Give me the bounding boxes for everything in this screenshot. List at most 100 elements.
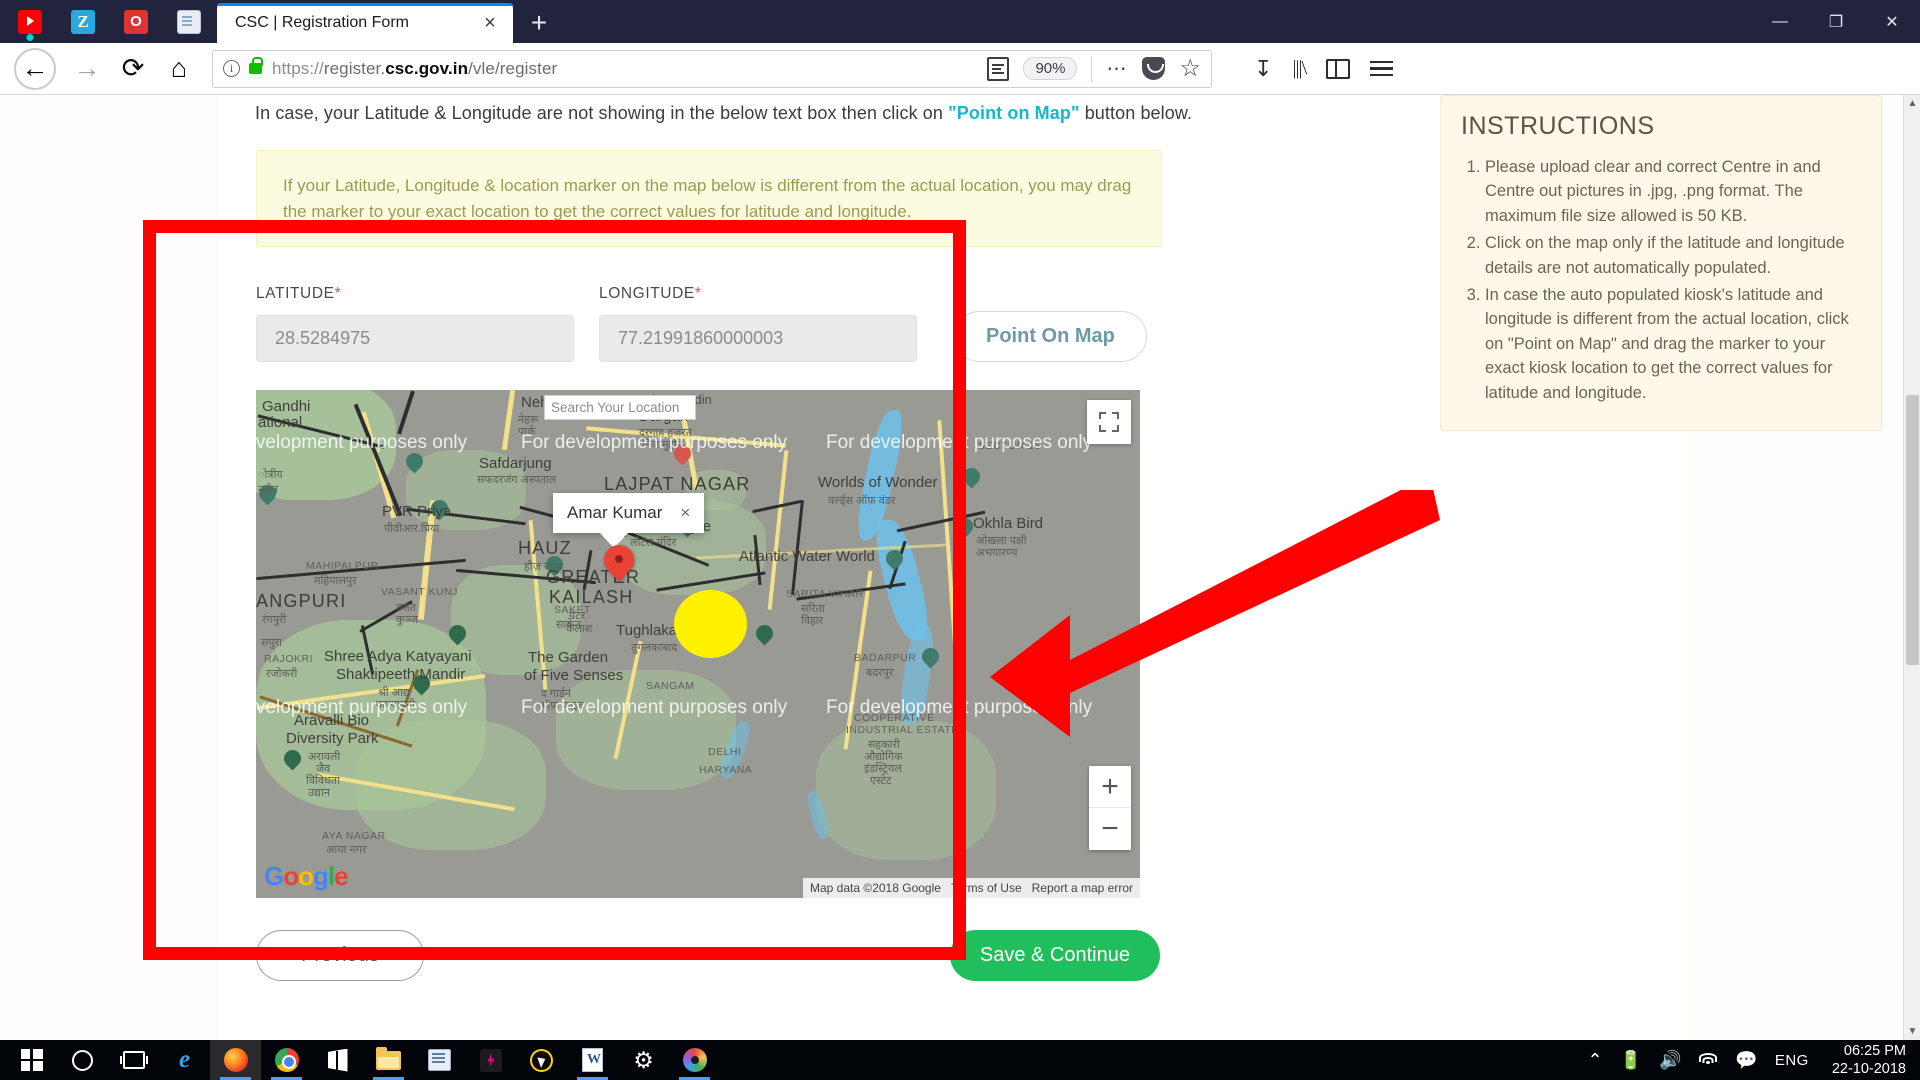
map-poi-marker[interactable] (445, 621, 470, 647)
reader-view-icon[interactable] (987, 56, 1010, 81)
info-window-title: Amar Kumar (567, 503, 663, 522)
map-label: SAKET (554, 604, 591, 616)
map-poi-marker[interactable] (280, 746, 305, 772)
latitude-input[interactable] (256, 315, 574, 362)
back-button[interactable]: ← (14, 47, 56, 90)
gear-icon: ⚙ (633, 1046, 654, 1073)
page-scrollbar[interactable]: ▲ ▼ (1903, 95, 1920, 1040)
active-tab[interactable]: CSC | Registration Form × (217, 3, 513, 43)
url-scheme: https:// (272, 58, 324, 78)
map-location-marker[interactable] (597, 538, 641, 587)
store-taskbar-item[interactable] (312, 1040, 363, 1080)
opera-icon: O (124, 9, 148, 34)
close-tab-button[interactable]: × (477, 10, 503, 36)
cortana-circle-icon (72, 1049, 93, 1071)
tab-accent-bar (217, 3, 513, 6)
magenta-app-taskbar-item[interactable] (465, 1040, 516, 1080)
instructions-list: Please upload clear and correct Centre i… (1485, 155, 1861, 405)
document-pinned-tab[interactable] (167, 0, 211, 43)
close-window-button[interactable]: ✕ (1864, 0, 1920, 43)
map-label: Shree Adya Katyayani (324, 648, 472, 665)
map-zoom-in-button[interactable]: + (1089, 766, 1131, 808)
library-icon[interactable]: |||\ (1292, 57, 1307, 80)
maximize-button[interactable]: ❐ (1808, 0, 1864, 43)
youtube-icon (18, 9, 42, 34)
map-watermark: For development purposes only (826, 432, 1093, 453)
youtube-pinned-tab[interactable] (8, 0, 52, 43)
firefox-taskbar-item[interactable] (210, 1040, 261, 1080)
instructions-title: INSTRUCTIONS (1461, 112, 1655, 140)
scroll-down-arrow[interactable]: ▼ (1904, 1023, 1920, 1040)
map-info-window[interactable]: Amar Kumar × (553, 493, 705, 548)
tab-title: CSC | Registration Form (235, 14, 409, 31)
map-search-input[interactable]: Search Your Location (544, 395, 696, 420)
reload-button[interactable]: ⟳ (110, 46, 156, 92)
opera-pinned-tab[interactable]: O (114, 0, 158, 43)
new-tab-button[interactable]: + (519, 3, 559, 43)
paint-taskbar-item[interactable] (669, 1040, 720, 1080)
show-hidden-icons-chevron[interactable]: ⌃ (1587, 1050, 1602, 1071)
url-path: /vle/register (468, 58, 558, 78)
clock[interactable]: 06:25 PM 22-10-2018 (1832, 1042, 1906, 1078)
map-poi-marker[interactable] (882, 546, 907, 572)
lightning-app-icon (479, 1048, 502, 1072)
map-poi-marker[interactable] (752, 621, 777, 647)
edge-taskbar-item[interactable]: e (159, 1040, 210, 1080)
forward-button[interactable]: → (64, 46, 110, 92)
zoom-level-indicator[interactable]: 90% (1023, 57, 1078, 80)
hamburger-menu-icon[interactable] (1370, 60, 1394, 77)
task-view-button[interactable] (108, 1040, 159, 1080)
marker-center-dot (615, 555, 623, 563)
bookmark-star-icon[interactable]: ☆ (1179, 56, 1201, 81)
map-poi-marker[interactable] (959, 464, 984, 490)
home-button[interactable]: ⌂ (156, 46, 202, 92)
volume-icon[interactable]: 🔊 (1659, 1050, 1681, 1071)
overflow-menu-icon[interactable]: ⋯ (1106, 59, 1128, 79)
page-viewport: In case, your Latitude & Longitude are n… (0, 95, 1920, 1040)
map-zoom-out-button[interactable]: − (1089, 808, 1131, 850)
cortana-button[interactable] (57, 1040, 108, 1080)
previous-button[interactable]: Previous (256, 930, 424, 981)
map-label: रंगपुरी (262, 614, 287, 626)
longitude-field-group: LONGITUDE* (599, 285, 917, 362)
address-bar[interactable]: i https://register.csc.gov.in/vle/regist… (212, 49, 1212, 88)
pocket-icon[interactable] (1142, 57, 1166, 80)
map-label: कुञ्ज (396, 614, 419, 626)
site-info-icon[interactable]: i (223, 60, 240, 77)
map-watermark: For development purposes only (521, 432, 788, 453)
scrollbar-thumb[interactable] (1906, 395, 1919, 665)
search-app-taskbar-item[interactable] (414, 1040, 465, 1080)
sidebar-icon[interactable] (1326, 58, 1351, 79)
map-poi-marker[interactable] (952, 514, 977, 540)
minimize-button[interactable]: — (1752, 0, 1808, 43)
map-poi-marker[interactable] (918, 644, 943, 670)
location-map[interactable]: Gandhi ationalोत्रीय नक्षेत्र Nehru नेहरू पार… (256, 390, 1140, 898)
chrome-taskbar-item[interactable] (261, 1040, 312, 1080)
scroll-up-arrow[interactable]: ▲ (1904, 95, 1920, 112)
map-label: BADARPUR (854, 652, 917, 664)
registration-form-card: In case, your Latitude & Longitude are n… (218, 95, 1882, 1040)
url-domain: csc.gov.in (385, 58, 469, 78)
google-logo-letter: o (283, 861, 299, 891)
action-center-icon[interactable]: 💬 (1735, 1050, 1757, 1071)
info-window-close-icon[interactable]: × (680, 503, 690, 523)
longitude-input[interactable] (599, 315, 917, 362)
start-button[interactable] (6, 1040, 57, 1080)
wifi-icon[interactable] (1698, 1052, 1718, 1068)
language-indicator[interactable]: ENG (1775, 1052, 1809, 1069)
report-map-error-link[interactable]: Report a map error (1032, 881, 1133, 895)
zoho-pinned-tab[interactable]: Z (61, 0, 105, 43)
map-label: लोटस मंदिर (630, 537, 677, 549)
battery-icon[interactable]: 🔋 (1620, 1050, 1642, 1071)
word-taskbar-item[interactable] (567, 1040, 618, 1080)
map-fullscreen-button[interactable] (1087, 400, 1131, 444)
settings-taskbar-item[interactable]: ⚙ (618, 1040, 669, 1080)
file-explorer-taskbar-item[interactable] (363, 1040, 414, 1080)
map-watermark: For development purposes only (256, 697, 468, 718)
terms-of-use-link[interactable]: Terms of Use (951, 881, 1022, 895)
downloads-icon[interactable]: ↧ (1254, 56, 1272, 82)
map-poi-marker[interactable] (402, 449, 427, 475)
point-on-map-button[interactable]: Point On Map (954, 311, 1147, 362)
save-and-continue-button[interactable]: Save & Continue (949, 930, 1160, 981)
antivirus-taskbar-item[interactable] (516, 1040, 567, 1080)
